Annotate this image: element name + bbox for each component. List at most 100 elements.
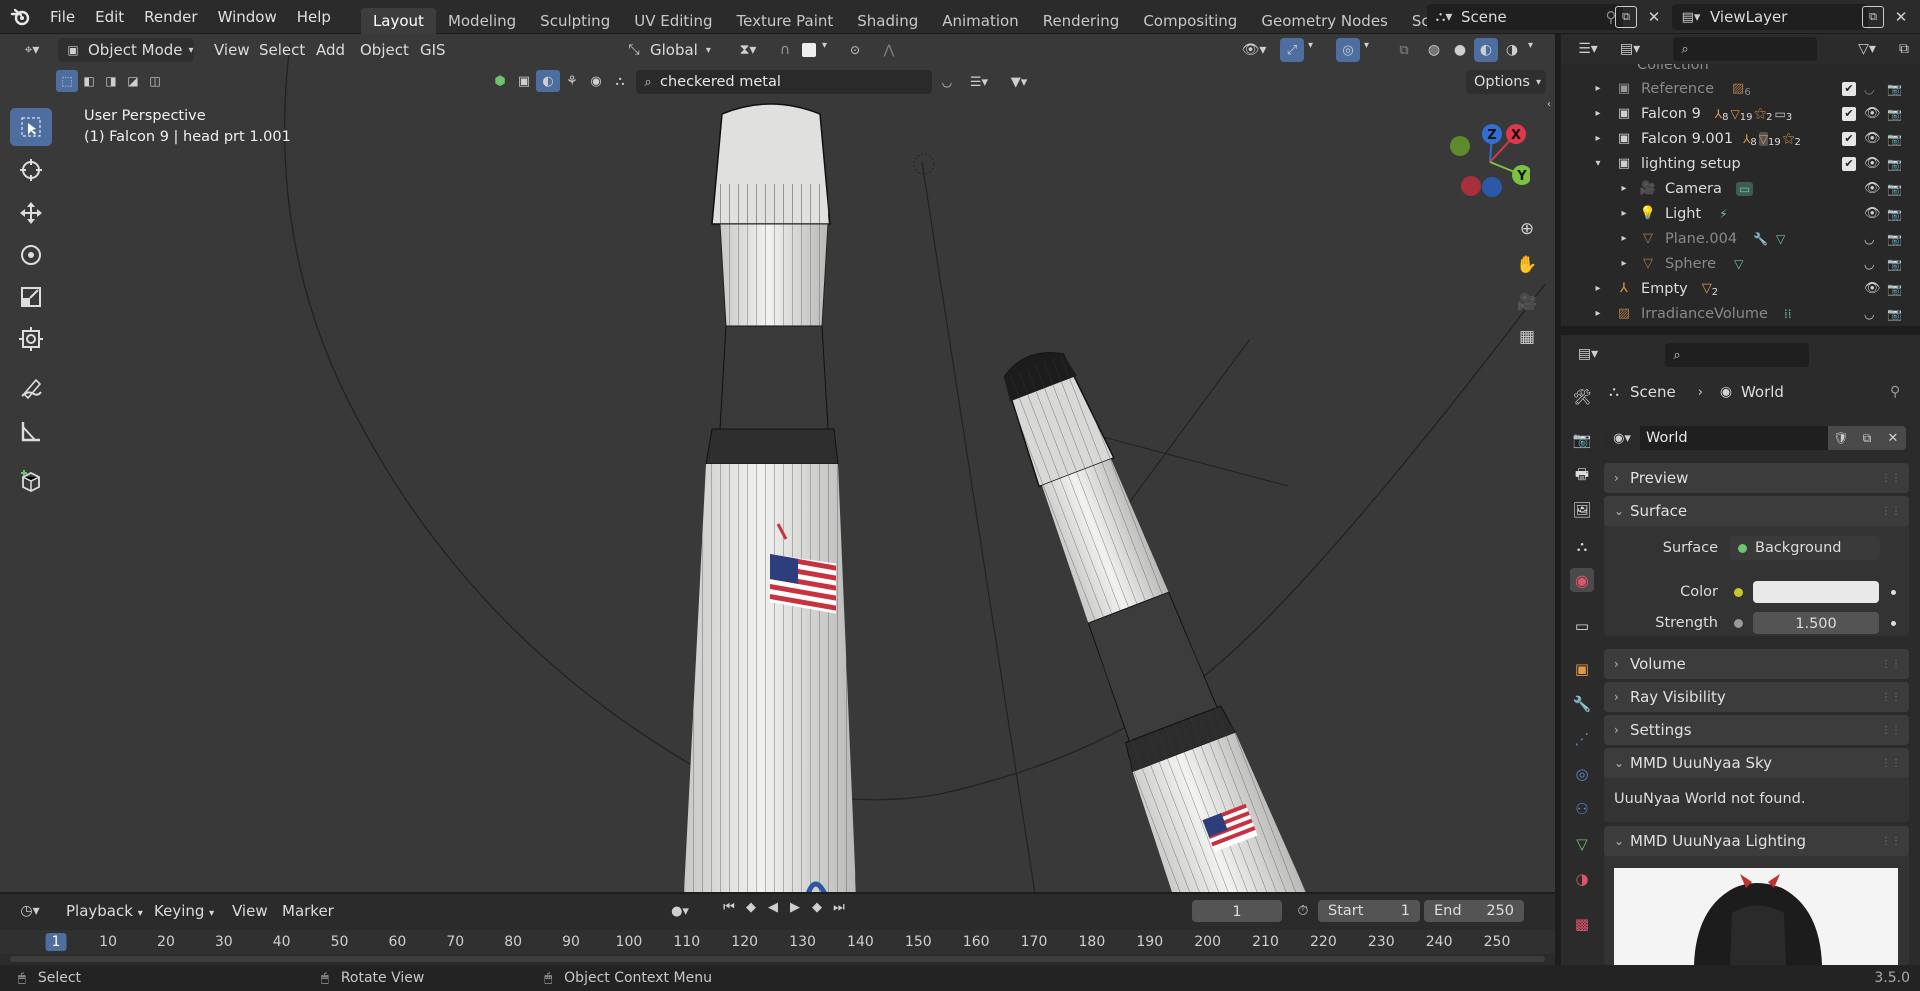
expand-arrow-icon[interactable]: ▸ [1617,183,1631,194]
render-camera-icon[interactable]: 📷 [1887,157,1902,171]
tab-texture-paint[interactable]: Texture Paint [724,8,845,34]
render-camera-icon[interactable]: 📷 [1887,107,1902,121]
view-layer-selector[interactable]: ▤▾ ViewLayer [1672,4,1868,30]
timeline-editor-icon[interactable]: ◷▾ [12,900,48,922]
render-tab-icon[interactable]: 📷 [1570,428,1594,452]
proportional-edit-icon[interactable]: ⊙ [844,40,866,60]
wireframe-shading-icon[interactable]: ◍ [1424,40,1444,60]
texture-tab-icon[interactable]: ▩ [1570,912,1594,936]
render-camera-icon[interactable]: 📷 [1887,232,1902,246]
hidden-eye-icon[interactable]: ◡ [1864,232,1874,246]
modifier-tab-icon[interactable]: 🔧 [1570,692,1594,716]
rocket-left[interactable] [684,103,856,892]
tab-geometry-nodes[interactable]: Geometry Nodes [1249,8,1400,34]
menu-render[interactable]: Render [134,4,207,30]
outliner-row-plane-004[interactable]: ▸ ▽ Plane.004 🔧 ▽ ◡ 📷 [1561,226,1920,251]
expand-arrow-icon[interactable]: ▸ [1591,133,1605,144]
navigation-gizmo[interactable]: Z X Y [1440,118,1532,208]
visibility-icon[interactable]: 👁▾ [1236,40,1272,60]
include-checkbox[interactable]: ✔ [1842,81,1856,96]
panel-surface[interactable]: ⌄ Surface ⋮⋮ [1604,496,1909,526]
breadcrumb-world[interactable]: World [1741,383,1784,401]
data-tab-icon[interactable]: ▽ [1570,832,1594,856]
stopwatch-icon[interactable]: ⏱ [1292,900,1314,922]
render-camera-icon[interactable]: 📷 [1887,132,1902,146]
expand-arrow-icon[interactable]: ▸ [1591,108,1605,119]
include-checkbox[interactable]: ✔ [1842,106,1856,121]
physics-tab-icon[interactable]: ◎ [1570,762,1594,786]
strength-socket-icon[interactable] [1734,618,1743,628]
view-layer-tab-icon[interactable]: 🖼 [1570,498,1594,522]
menu-edit[interactable]: Edit [85,4,134,30]
scene-selector[interactable]: ⛬▾ Scene ⚲ [1427,4,1623,30]
properties-editor-icon[interactable]: ▤▾ [1571,343,1605,365]
timeline-menu-view[interactable]: View [224,898,276,924]
particles-tab-icon[interactable]: ⋰ [1570,727,1594,751]
select-intersect-icon[interactable]: ◫ [144,70,166,92]
tab-animation[interactable]: Animation [930,8,1030,34]
outliner-search[interactable]: ⌕ [1673,37,1817,61]
select-extend-icon[interactable]: ◧ [78,70,100,92]
tab-compositing[interactable]: Compositing [1131,8,1249,34]
cursor-tool[interactable] [10,151,52,189]
outliner-row-reference[interactable]: ▸ ▣ Reference ▨ 6 ✔ ◡ 📷 [1561,76,1920,101]
asset-search-field[interactable]: ⌕ [636,70,932,94]
material-tab-icon[interactable]: ◑ [1570,867,1594,891]
panel-preview[interactable]: › Preview ⋮⋮ [1604,463,1909,493]
world-filter-icon[interactable]: ◉ [584,70,608,92]
hidden-eye-icon[interactable]: ◡ [1864,307,1874,321]
eye-icon[interactable]: 👁 [1864,206,1881,221]
drag-handle-icon[interactable]: ⋮⋮ [1881,725,1901,736]
drag-handle-icon[interactable]: ⋮⋮ [1881,659,1901,670]
options-dropdown[interactable]: Options ▾ [1466,70,1546,94]
render-camera-icon[interactable]: 📷 [1887,307,1902,321]
chevron-down-icon[interactable]: ▾ [1364,40,1369,51]
annotate-tool[interactable] [10,370,52,408]
expand-arrow-icon[interactable]: ▸ [1591,283,1605,294]
collection-tab-icon[interactable]: ▭ [1570,614,1594,638]
world-name-field[interactable] [1640,426,1828,450]
tab-uv-editing[interactable]: UV Editing [622,8,724,34]
select-subtract-icon[interactable]: ◨ [100,70,122,92]
overlays-icon[interactable]: ◎ [1336,38,1360,62]
tab-layout[interactable]: Layout [360,7,436,34]
render-disabled-icon[interactable]: 📷 [1887,257,1902,271]
current-frame-field[interactable]: 1 [1192,900,1282,922]
blender-logo-icon[interactable] [0,0,40,34]
viewport-menu-view[interactable]: View [206,37,258,63]
eye-icon[interactable]: 👁 [1864,281,1881,296]
current-frame-marker[interactable]: 1 [45,933,67,951]
play-reverse-icon[interactable]: ◀ [762,900,784,915]
outliner-row-empty[interactable]: ▸ ⅄ Empty ▽ 2 👁 📷 [1561,276,1920,301]
xray-icon[interactable]: ⧉ [1394,40,1414,60]
start-frame-field[interactable]: Start 1 [1318,900,1420,922]
world-browse-icon[interactable]: ◉▾ [1604,426,1640,450]
drag-handle-icon[interactable]: ⋮⋮ [1881,758,1901,769]
delete-view-layer-icon[interactable]: ✕ [1890,6,1912,28]
render-camera-icon[interactable]: 📷 [1887,282,1902,296]
solid-shading-icon[interactable]: ● [1450,40,1470,60]
chevron-down-icon[interactable]: ▾ [1308,40,1313,51]
outliner-row-sphere[interactable]: ▸ ▽ Sphere ▽ ◡ 📷 [1561,251,1920,276]
outliner-row-light[interactable]: ▸ 💡 Light ⚡ 👁 📷 [1561,201,1920,226]
hidden-eye-icon[interactable]: ◡ [1864,82,1874,96]
eye-icon[interactable]: 👁 [1864,181,1881,196]
pin-icon[interactable]: ⚲ [1890,384,1900,400]
tab-shading[interactable]: Shading [845,8,930,34]
outliner-editor-icon[interactable]: ☰▾ [1571,38,1605,60]
unlink-icon[interactable]: ✕ [1880,426,1906,450]
scale-tool[interactable] [10,278,52,316]
panel-mmd-lighting[interactable]: ⌄ MMD UuuNyaa Lighting ⋮⋮ [1604,826,1909,856]
filter-icon[interactable]: ▼▾ [1002,72,1036,92]
render-disabled-icon[interactable]: 📷 [1887,82,1902,96]
camera-view-icon[interactable]: 🎥 [1512,286,1542,316]
keyframe-dot-icon[interactable] [1891,620,1896,626]
select-new-icon[interactable]: ⬚ [56,70,78,92]
panel-settings[interactable]: › Settings ⋮⋮ [1604,715,1909,745]
constraints-tab-icon[interactable]: ⚇ [1570,797,1594,821]
end-frame-field[interactable]: End 250 [1424,900,1524,922]
pivot-point-icon[interactable]: ⧗▾ [730,40,766,60]
eye-icon[interactable]: 👁 [1864,156,1881,171]
drag-handle-icon[interactable]: ⋮⋮ [1881,692,1901,703]
new-view-layer-icon[interactable]: ⧉ [1862,6,1884,28]
